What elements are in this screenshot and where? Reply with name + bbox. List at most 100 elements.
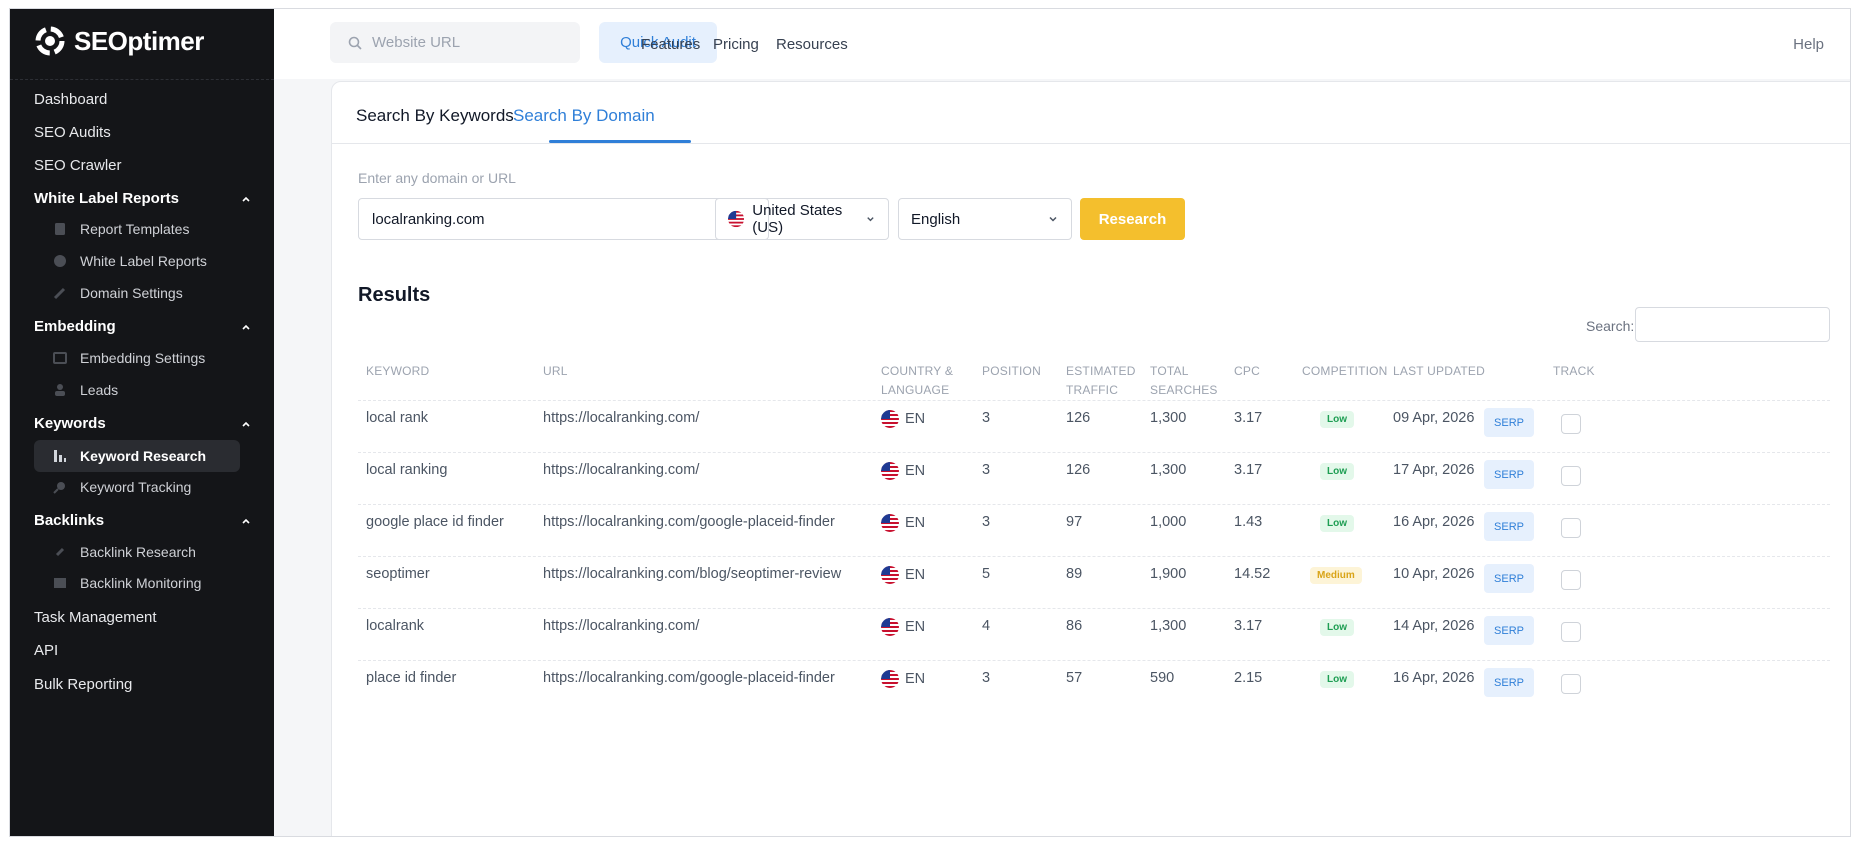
serp-button[interactable]: SERP — [1484, 564, 1534, 593]
language-select[interactable]: English — [898, 198, 1072, 240]
track-checkbox[interactable] — [1561, 674, 1581, 694]
group-label: White Label Reports — [34, 190, 180, 207]
sidebar-item-backlink-research[interactable]: Backlink Research — [52, 544, 196, 560]
sidebar-item-keyword-research[interactable]: Keyword Research — [34, 440, 240, 472]
searches-cell: 590 — [1150, 670, 1175, 686]
track-checkbox[interactable] — [1561, 466, 1581, 486]
keyword-cell: localrank — [366, 618, 425, 634]
country-language-cell: EN — [881, 462, 925, 480]
active-tab-indicator — [549, 140, 691, 143]
position-cell: 3 — [982, 410, 991, 426]
serp-button[interactable]: SERP — [1484, 460, 1534, 489]
tab-search-by-keywords[interactable]: Search By Keywords — [356, 106, 514, 126]
country-select[interactable]: United States (US) — [715, 198, 889, 240]
col-keyword: KEYWORD — [366, 364, 430, 378]
search-placeholder: Website URL — [372, 34, 461, 51]
language-code: EN — [905, 410, 926, 427]
sidebar-item-seo-crawler[interactable]: SEO Crawler — [34, 157, 122, 174]
tab-search-by-domain[interactable]: Search By Domain — [513, 106, 655, 126]
position-cell: 3 — [982, 670, 991, 686]
serp-button[interactable]: SERP — [1484, 668, 1534, 697]
url-cell[interactable]: https://localranking.com/ — [543, 410, 699, 426]
nav-pricing[interactable]: Pricing — [713, 36, 759, 53]
tracking-icon — [53, 482, 65, 494]
col-url: URL — [543, 364, 568, 378]
url-cell[interactable]: https://localranking.com/google-placeid-… — [543, 670, 835, 686]
cpc-cell: 14.52 — [1234, 566, 1271, 582]
sidebar-item-domain-settings[interactable]: Domain Settings — [52, 285, 183, 301]
sidebar-item-label: Leads — [80, 382, 119, 398]
us-flag-icon — [881, 618, 899, 636]
website-url-search[interactable]: Website URL — [330, 22, 580, 63]
sidebar: SEOptimer Dashboard SEO Audits SEO Crawl… — [10, 9, 274, 836]
competition-badge: Medium — [1310, 567, 1362, 584]
group-label: Backlinks — [34, 512, 105, 529]
sidebar-item-label: Backlink Research — [80, 544, 196, 560]
sidebar-item-label: Keyword Tracking — [80, 479, 192, 495]
col-estimated-traffic: ESTIMATED TRAFFIC — [1066, 364, 1136, 397]
sidebar-group-backlinks[interactable]: Backlinks — [34, 512, 252, 529]
last-updated-cell: 10 Apr, 2026 — [1393, 566, 1475, 582]
searches-cell: 1,000 — [1150, 514, 1187, 530]
track-checkbox[interactable] — [1561, 570, 1581, 590]
url-cell[interactable]: https://localranking.com/google-placeid-… — [543, 514, 835, 530]
sidebar-item-bulk-reporting[interactable]: Bulk Reporting — [34, 676, 132, 693]
serp-button[interactable]: SERP — [1484, 512, 1534, 541]
domain-input[interactable]: localranking.com — [358, 198, 769, 240]
sidebar-item-task-management[interactable]: Task Management — [34, 609, 157, 626]
serp-button[interactable]: SERP — [1484, 408, 1534, 437]
cpc-cell: 3.17 — [1234, 462, 1263, 478]
sidebar-item-keyword-tracking[interactable]: Keyword Tracking — [52, 479, 191, 495]
col-competition: COMPETITION — [1302, 364, 1388, 378]
cpc-cell: 3.17 — [1234, 618, 1263, 634]
help-link[interactable]: Help — [1793, 36, 1824, 53]
url-cell[interactable]: https://localranking.com/ — [543, 462, 699, 478]
serp-button[interactable]: SERP — [1484, 616, 1534, 645]
country-language-cell: EN — [881, 410, 925, 428]
sidebar-item-label: Backlink Monitoring — [80, 575, 202, 591]
group-label: Embedding — [34, 318, 116, 335]
competition-badge: Low — [1320, 671, 1354, 688]
track-checkbox[interactable] — [1561, 622, 1581, 642]
track-checkbox[interactable] — [1561, 518, 1581, 538]
sidebar-group-white-label-reports[interactable]: White Label Reports — [34, 190, 252, 207]
embed-icon — [53, 352, 67, 364]
nav-resources[interactable]: Resources — [776, 36, 848, 53]
chevron-up-icon — [242, 421, 250, 427]
us-flag-icon — [881, 514, 899, 532]
chevron-up-icon — [242, 324, 250, 330]
table-search-input[interactable] — [1635, 307, 1830, 342]
report-icon — [54, 255, 66, 267]
sidebar-group-embedding[interactable]: Embedding — [34, 318, 252, 335]
col-cpc: CPC — [1234, 364, 1260, 378]
sidebar-item-dashboard[interactable]: Dashboard — [34, 91, 107, 108]
nav-features[interactable]: Features — [641, 36, 700, 53]
logo[interactable]: SEOptimer — [30, 21, 204, 61]
searches-cell: 1,300 — [1150, 618, 1187, 634]
sidebar-item-white-label-reports[interactable]: White Label Reports — [52, 253, 207, 269]
cpc-cell: 2.15 — [1234, 670, 1263, 686]
sidebar-group-keywords[interactable]: Keywords — [34, 415, 252, 432]
table-search-label: Search: — [1586, 318, 1635, 334]
language-code: EN — [905, 670, 926, 687]
research-button[interactable]: Research — [1080, 198, 1185, 240]
tabs: Search By Keywords Search By Domain — [332, 82, 1850, 144]
traffic-cell: 126 — [1066, 410, 1091, 426]
sidebar-item-label: White Label Reports — [80, 253, 207, 269]
bar-chart-icon — [54, 450, 66, 462]
track-checkbox[interactable] — [1561, 414, 1581, 434]
url-cell[interactable]: https://localranking.com/blog/seoptimer-… — [543, 566, 841, 582]
template-icon — [55, 223, 65, 235]
sidebar-item-leads[interactable]: Leads — [52, 382, 118, 398]
sidebar-item-report-templates[interactable]: Report Templates — [52, 221, 189, 237]
sidebar-item-embedding-settings[interactable]: Embedding Settings — [52, 350, 205, 366]
country-language-cell: EN — [881, 514, 925, 532]
sidebar-item-backlink-monitoring[interactable]: Backlink Monitoring — [52, 575, 201, 591]
url-cell[interactable]: https://localranking.com/ — [543, 618, 699, 634]
sidebar-item-api[interactable]: API — [34, 642, 58, 659]
keyword-cell: local rank — [366, 410, 429, 426]
gear-logo-icon — [35, 26, 65, 56]
sidebar-item-seo-audits[interactable]: SEO Audits — [34, 124, 111, 141]
traffic-cell: 57 — [1066, 670, 1083, 686]
chevron-up-icon — [242, 196, 250, 202]
